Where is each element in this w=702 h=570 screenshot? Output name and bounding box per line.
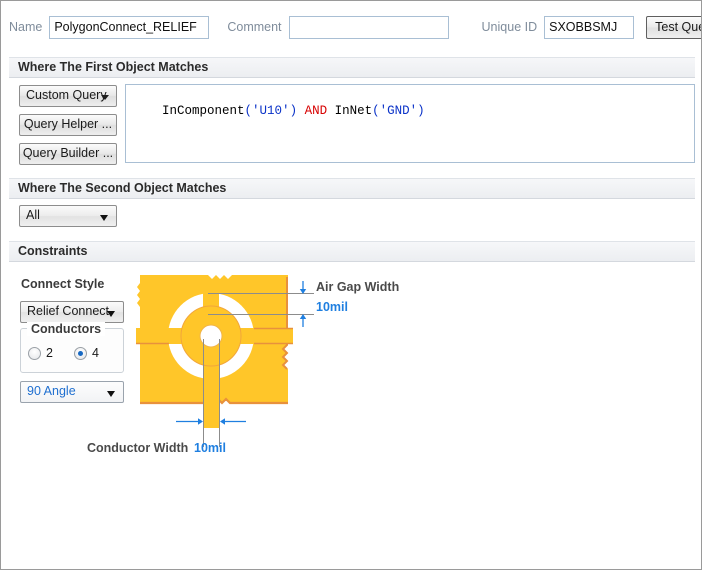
- radio-icon[interactable]: [28, 346, 41, 360]
- first-object-scope-dropdown[interactable]: Custom Query: [19, 85, 117, 107]
- second-object-scope-dropdown[interactable]: All: [19, 205, 117, 227]
- thermal-relief-svg: [130, 275, 314, 447]
- air-gap-width-label: Air Gap Width: [316, 280, 400, 294]
- conductors-option-2[interactable]: 2: [28, 346, 53, 360]
- chevron-down-icon: [107, 311, 115, 317]
- chevron-down-icon: [101, 95, 109, 100]
- connect-style-label: Connect Style: [21, 277, 105, 291]
- conductors-option-4-label: 4: [92, 346, 99, 360]
- conductors-option-2-label: 2: [46, 346, 53, 360]
- comment-input[interactable]: [288, 15, 449, 39]
- chevron-down-icon: [107, 391, 115, 397]
- angle-value: 90 Angle: [27, 384, 76, 398]
- angle-dropdown[interactable]: 90 Angle: [20, 381, 124, 403]
- connect-style-dropdown[interactable]: Relief Connect: [20, 301, 124, 323]
- connect-style-value: Relief Connect: [27, 304, 109, 318]
- comment-label: Comment: [227, 20, 282, 34]
- conductors-legend: Conductors: [27, 322, 106, 336]
- query-builder-button[interactable]: Query Builder ...: [19, 143, 117, 165]
- unique-id-input[interactable]: [544, 15, 635, 39]
- name-label: Name: [9, 20, 43, 34]
- query-text: InComponent('U10') AND InNet('GND'): [162, 104, 425, 118]
- name-input[interactable]: [49, 15, 210, 39]
- section-header-constraints: Constraints: [9, 241, 695, 262]
- air-gap-width-value: 10mil: [316, 300, 348, 314]
- first-object-scope-value: Custom Query: [26, 88, 107, 102]
- chevron-down-icon: [100, 215, 108, 221]
- query-helper-button[interactable]: Query Helper ...: [19, 114, 117, 136]
- thermal-relief-preview: [130, 269, 381, 464]
- test-queries-button[interactable]: Test Queries: [646, 15, 701, 39]
- second-object-scope-value: All: [26, 208, 40, 222]
- rule-header-row: Name Comment Unique ID Test Queries: [1, 1, 701, 53]
- conductor-width-value: 10mil: [194, 441, 226, 455]
- first-object-query-editor[interactable]: InComponent('U10') AND InNet('GND'): [125, 84, 695, 163]
- unique-id-label: Unique ID: [481, 20, 538, 34]
- conductor-width-label: Conductor Width: [87, 441, 189, 455]
- radio-icon[interactable]: [74, 346, 87, 360]
- polygon-connect-rule-dialog: Name Comment Unique ID Test Queries Wher…: [0, 0, 702, 570]
- conductors-option-4[interactable]: 4: [74, 346, 99, 360]
- section-header-first-object: Where The First Object Matches: [9, 57, 695, 78]
- section-header-second-object: Where The Second Object Matches: [9, 178, 695, 199]
